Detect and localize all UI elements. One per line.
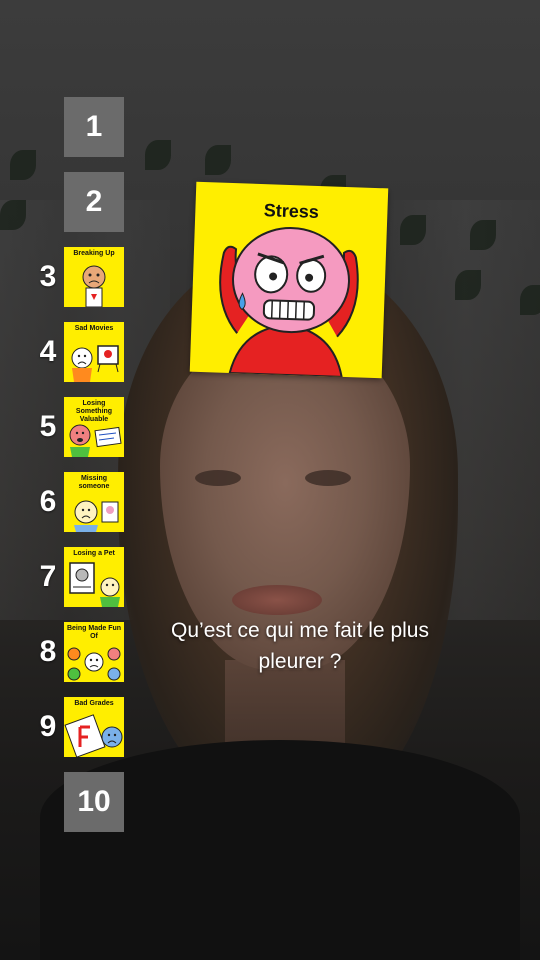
rank-card-losing-something-valuable: Losing Something Valuable: [64, 397, 124, 457]
rank-slot-empty: 2: [64, 172, 124, 232]
rank-slot-empty: 10: [64, 772, 124, 832]
ivy-leaf: [470, 220, 496, 250]
rank-card-missing-someone: Missing someone: [64, 472, 124, 532]
person-mouth: [232, 585, 322, 615]
card-title: Losing Something Valuable: [75, 400, 113, 423]
person-eye-right: [305, 470, 351, 486]
card-title: Bad Grades: [74, 700, 114, 707]
card-title: Breaking Up: [73, 250, 115, 257]
ivy-leaf: [520, 285, 540, 315]
ivy-leaf: [10, 150, 36, 180]
rank-card-sad-movies: Sad Movies: [64, 322, 124, 382]
video-caption: Qu’est ce qui me fait le plus pleurer ?: [171, 619, 429, 673]
card-title: Being Made Fun Of: [66, 625, 122, 640]
rank-number: 3: [39, 260, 57, 293]
current-card-stress: Stress: [189, 181, 389, 379]
rank-number: 9: [39, 710, 57, 743]
rank-number: 5: [39, 410, 57, 443]
rank-card-breaking-up: Breaking Up: [64, 247, 124, 307]
ivy-leaf: [205, 145, 231, 175]
card-title: Sad Movies: [74, 325, 114, 332]
rank-number: 7: [39, 560, 57, 593]
rank-card-losing-a-pet: Losing a Pet: [64, 547, 124, 607]
rank-number: 8: [39, 635, 57, 668]
ivy-leaf: [145, 140, 171, 170]
ivy-leaf: [400, 215, 426, 245]
card-title: Missing someone: [78, 475, 110, 490]
rank-card-being-made-fun-of: Being Made Fun Of: [64, 622, 124, 682]
card-title: Losing a Pet: [73, 550, 115, 557]
person-eye-left: [195, 470, 241, 486]
ivy-leaf: [455, 270, 481, 300]
ivy-leaf: [0, 200, 26, 230]
rank-slot-empty: 1: [64, 97, 124, 157]
rank-number: 4: [39, 335, 57, 368]
rank-card-bad-grades: Bad Grades: [64, 697, 124, 757]
rank-number: 6: [39, 485, 57, 518]
